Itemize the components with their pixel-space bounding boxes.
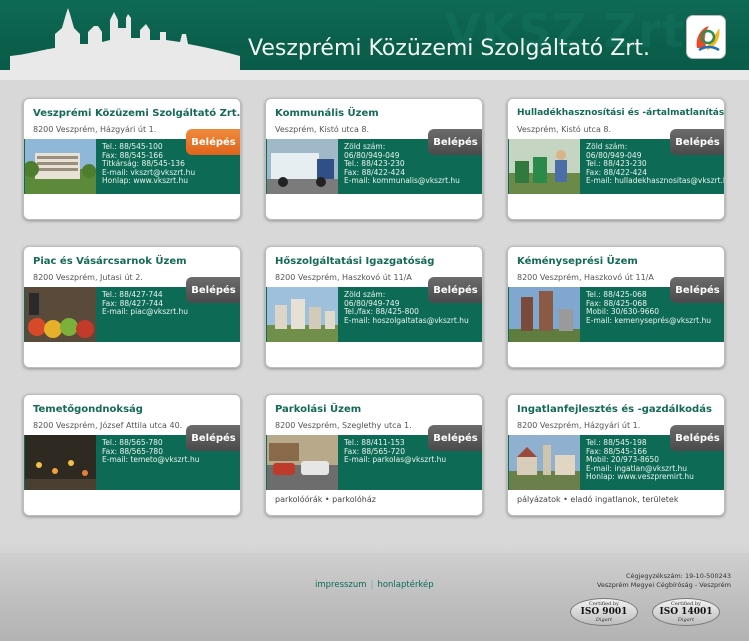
card-kommunalis: Kommunális Üzem Veszprém, Kistó utca 8. … <box>265 98 483 220</box>
contact-line[interactable]: E-mail: piac@vkszrt.hu <box>102 308 188 317</box>
card-address: 8200 Veszprém, Szeglethy utca 1. <box>275 421 412 430</box>
card-title[interactable]: Piac és Vásárcsarnok Üzem <box>33 256 187 267</box>
recycling-photo <box>509 139 580 194</box>
card-address: 8200 Veszprém, Házgyári út 1. <box>517 421 641 430</box>
login-button[interactable]: Belépés <box>186 129 240 155</box>
card-tags[interactable]: pályázatok • eladó ingatlanok, területek <box>517 495 678 504</box>
header-bottom-band <box>0 70 749 80</box>
card-address: 8200 Veszprém, Haszkovó út 11/A <box>275 273 412 282</box>
cemetery-photo <box>25 435 96 490</box>
sitemap-link[interactable]: honlaptérkép <box>377 580 433 590</box>
registry-number: Cégjegyzékszám: 19-10-500243 <box>625 572 731 580</box>
contact-line[interactable]: E-mail: hulladekhasznositas@vkszrt.hu <box>586 177 724 186</box>
card-title[interactable]: Hőszolgáltatási Igazgatóság <box>275 256 434 267</box>
castle-skyline-icon <box>10 8 240 74</box>
truck-photo <box>267 139 338 194</box>
card-kemenyseprés: Kéményseprési Üzem 8200 Veszprém, Haszko… <box>507 246 725 368</box>
login-button[interactable]: Belépés <box>428 129 482 155</box>
logo-icon <box>696 26 720 52</box>
contact-line[interactable]: E-mail: parkolas@vkszrt.hu <box>344 456 446 465</box>
card-hulladek: Hulladékhasznosítási és -ártalmatlanítás… <box>507 98 725 220</box>
card-title[interactable]: Ingatlanfejlesztés és -gazdálkodás <box>517 404 712 415</box>
contact-line[interactable]: E-mail: kommunalis@vkszrt.hu <box>344 177 460 186</box>
card-title[interactable]: Veszprémi Közüzemi Szolgáltató Zrt. <box>33 108 240 119</box>
card-contact-info: Tel.: 88/427-744 Fax: 88/427-744 E-mail:… <box>102 290 188 317</box>
link-separator: | <box>370 580 374 590</box>
card-title[interactable]: Kéményseprési Üzem <box>517 256 638 267</box>
login-button[interactable]: Belépés <box>670 277 724 303</box>
card-address: Veszprém, Kistó utca 8. <box>275 125 370 134</box>
card-parkolas: Parkolási Üzem 8200 Veszprém, Szeglethy … <box>265 394 483 516</box>
iso-code: ISO 9001 <box>580 607 628 617</box>
login-button[interactable]: Belépés <box>428 277 482 303</box>
card-title[interactable]: Temetőgondnokság <box>33 404 143 415</box>
login-button[interactable]: Belépés <box>670 129 724 155</box>
company-registry: Cégjegyzékszám: 19-10-500243 Veszprém Me… <box>597 572 731 590</box>
card-contact-info: Tel.: 88/565-780 Fax: 88/565-780 E-mail:… <box>102 438 199 465</box>
login-button[interactable]: Belépés <box>186 277 240 303</box>
contact-line[interactable]: Honlap: www.veszpremirt.hu <box>586 473 694 482</box>
iso-certifier: Digart <box>595 617 613 623</box>
site-header: VKSZ Zrt. Veszprémi Közüzemi Szolgáltató… <box>0 0 749 80</box>
registry-court: Veszprém Megyei Cégbíróság - Veszprém <box>596 581 731 589</box>
card-hoszolgaltatas: Hőszolgáltatási Igazgatóság 8200 Veszpré… <box>265 246 483 368</box>
contact-line[interactable]: E-mail: kemenyseprés@vkszrt.hu <box>586 316 711 326</box>
login-button[interactable]: Belépés <box>428 425 482 451</box>
card-address: Veszprém, Kistó utca 8. <box>517 125 612 134</box>
market-photo <box>25 287 96 342</box>
card-ingatlan: Ingatlanfejlesztés és -gazdálkodás 8200 … <box>507 394 725 516</box>
card-address: 8200 Veszprém, Haszkovó út 11/A <box>517 273 654 282</box>
card-temeto: Temetőgondnokság 8200 Veszprém, József A… <box>23 394 241 516</box>
card-title[interactable]: Hulladékhasznosítási és -ártalmatlanítás… <box>517 108 724 118</box>
contact-line[interactable]: E-mail: hoszolgaltatas@vkszrt.hu <box>344 316 469 326</box>
card-address: 8200 Veszprém, József Attila utca 40. <box>33 421 183 430</box>
login-button[interactable]: Belépés <box>186 425 240 451</box>
login-button[interactable]: Belépés <box>670 425 724 451</box>
contact-line[interactable]: Honlap: www.vkszrt.hu <box>102 177 195 186</box>
card-address: 8200 Veszprém, Házgyári út 1. <box>33 125 157 134</box>
card-contact-info: Tel.: 88/545-100 Fax: 88/545-166 Titkárs… <box>102 142 195 186</box>
building-photo <box>25 139 96 194</box>
townscape-photo <box>509 435 580 490</box>
card-vkszrt: Veszprémi Közüzemi Szolgáltató Zrt. 8200… <box>23 98 241 220</box>
card-title[interactable]: Parkolási Üzem <box>275 404 361 415</box>
company-logo[interactable] <box>686 15 726 59</box>
site-title: Veszprémi Közüzemi Szolgáltató Zrt. <box>248 36 650 61</box>
card-tags[interactable]: parkolóórák • parkolóház <box>275 495 376 504</box>
parking-photo <box>267 435 338 490</box>
site-footer: impresszum | honlaptérkép Cégjegyzékszám: … <box>0 553 749 641</box>
card-address: 8200 Veszprém, Jutasi út 2. <box>33 273 143 282</box>
contact-line[interactable]: E-mail: temeto@vkszrt.hu <box>102 456 199 465</box>
card-title[interactable]: Kommunális Üzem <box>275 108 379 119</box>
iso-code: ISO 14001 <box>659 607 713 617</box>
footer-links: impresszum | honlaptérkép <box>315 580 434 590</box>
impresszum-link[interactable]: impresszum <box>315 580 367 590</box>
city-photo <box>267 287 338 342</box>
iso-certifier: Digart <box>677 617 695 623</box>
chimney-photo <box>509 287 580 342</box>
iso-9001-badge: Certified by ISO 9001 Digart <box>570 598 638 626</box>
card-piac: Piac és Vásárcsarnok Üzem 8200 Veszprém,… <box>23 246 241 368</box>
iso-14001-badge: Certified by ISO 14001 Digart <box>652 598 720 626</box>
